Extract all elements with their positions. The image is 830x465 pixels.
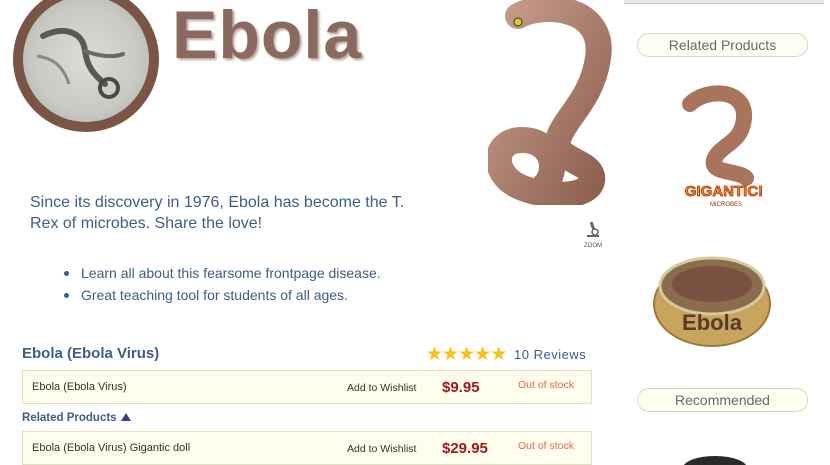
virus-micrograph xyxy=(23,0,149,122)
triangle-up-icon xyxy=(120,413,131,421)
sidebar-top-edge xyxy=(624,0,824,4)
zoom-label: ZOOM xyxy=(584,243,602,249)
stock-status: Out of stock xyxy=(518,440,575,452)
gigantic-badge: GIGANTIC! xyxy=(685,183,763,200)
gigantic-plush-thumbnail[interactable]: GIGANTIC! MICROBES xyxy=(676,84,771,216)
star-icon: ★ xyxy=(474,343,492,365)
variant-name: Ebola (Ebola Virus) xyxy=(32,381,127,393)
virus-logo xyxy=(13,0,159,132)
related-toggle-label: Related Products xyxy=(22,412,117,424)
related-products-heading: Related Products xyxy=(637,33,808,57)
petri-dish-thumbnail[interactable]: Ebola xyxy=(650,240,775,365)
variant-price: $29.95 xyxy=(442,440,488,457)
add-to-wishlist-link[interactable]: Add to Wishlist xyxy=(347,382,416,394)
variant-price: $9.95 xyxy=(442,379,480,396)
petri-label: Ebola xyxy=(682,310,743,335)
star-rating: ★ ★ ★ ★ ★ xyxy=(426,343,508,365)
recommended-heading: Recommended xyxy=(637,388,808,412)
variant-row: Ebola (Ebola Virus) Add to Wishlist $9.9… xyxy=(22,370,592,404)
recommended-thumbnail[interactable] xyxy=(680,452,750,465)
related-products-toggle[interactable]: Related Products xyxy=(22,412,131,424)
variant-name: Ebola (Ebola Virus) Gigantic doll xyxy=(32,442,191,454)
microscope-icon xyxy=(587,221,599,237)
ebola-plush-image[interactable] xyxy=(486,0,613,208)
feature-item: Great teaching tool for students of all … xyxy=(64,284,381,306)
add-to-wishlist-link[interactable]: Add to Wishlist xyxy=(347,443,416,455)
gigantic-subtitle: MICROBES xyxy=(710,202,742,208)
reviews-link[interactable]: 10 Reviews xyxy=(514,347,586,362)
star-icon: ★ xyxy=(458,343,476,365)
page-title: Ebola xyxy=(172,0,363,73)
star-icon: ★ xyxy=(490,343,508,365)
zoom-button[interactable]: ZOOM xyxy=(580,221,606,251)
stock-status: Out of stock xyxy=(518,379,575,391)
feature-list: Learn all about this fearsome frontpage … xyxy=(64,262,381,306)
product-blurb: Since its discovery in 1976, Ebola has b… xyxy=(30,194,405,232)
variant-row: Ebola (Ebola Virus) Gigantic doll Add to… xyxy=(22,431,592,465)
star-icon: ★ xyxy=(442,343,460,365)
star-icon: ★ xyxy=(426,343,444,365)
feature-item: Learn all about this fearsome frontpage … xyxy=(64,262,381,284)
product-name: Ebola (Ebola Virus) xyxy=(22,345,160,362)
